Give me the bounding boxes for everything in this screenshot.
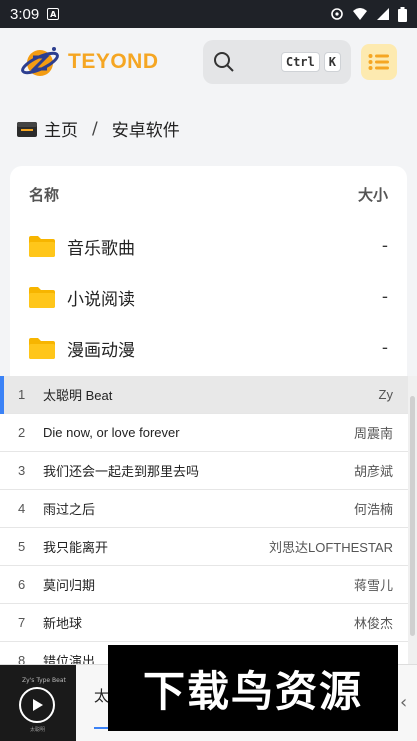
- planet-logo-icon: [21, 47, 59, 76]
- playlist-track[interactable]: 3 我们还会一起走到那里去吗 胡彦斌: [0, 452, 408, 490]
- track-artist: 蒋雪儿: [353, 578, 393, 593]
- column-size-header[interactable]: 大小: [358, 184, 388, 205]
- shortcut-key-k: K: [323, 52, 341, 72]
- track-number: 4: [18, 501, 26, 516]
- playlist-track[interactable]: 6 莫问归期 蒋雪儿: [0, 566, 408, 604]
- album-cover[interactable]: Zy's Type Beat 太聪明: [0, 665, 76, 741]
- search-icon: [214, 52, 234, 72]
- watermark-overlay: 下载鸟资源: [108, 645, 398, 731]
- playlist-track[interactable]: 4 雨过之后 何浩楠: [0, 490, 408, 528]
- track-number: 6: [18, 577, 26, 592]
- track-number: 1: [18, 387, 26, 402]
- track-artist: Zy: [378, 387, 393, 402]
- playlist-track[interactable]: 7 新地球 林俊杰: [0, 604, 408, 642]
- table-header: 名称 大小: [10, 184, 407, 205]
- folder-row[interactable]: 音乐歌曲 -: [10, 226, 407, 266]
- folder-icon: [29, 287, 55, 308]
- status-time: 3:09: [10, 5, 40, 23]
- site-logo[interactable]: TEYOND: [20, 44, 159, 80]
- track-number: 2: [18, 425, 26, 440]
- breadcrumb-home[interactable]: 主页: [44, 116, 78, 141]
- signal-icon: [377, 8, 389, 20]
- cover-caption: Zy's Type Beat: [22, 677, 66, 684]
- folder-size: -: [381, 236, 388, 256]
- file-table: 名称 大小 音乐歌曲 - 小说阅读 - 漫画动漫 -: [10, 166, 407, 396]
- play-button[interactable]: [19, 687, 55, 723]
- site-header: TEYOND Ctrl K: [0, 28, 417, 102]
- track-title: 我们还会一起走到那里去吗: [43, 464, 200, 479]
- active-indicator: [0, 376, 4, 414]
- folder-name: 漫画动漫: [67, 340, 135, 361]
- playlist-track[interactable]: 5 我只能离开 刘思达LOFTHESTAR: [0, 528, 408, 566]
- watermark-text: 下载鸟资源: [142, 666, 363, 716]
- playlist: 1 太聪明 Beat Zy 2 Die now, or love forever…: [0, 376, 408, 666]
- chevron-left-icon[interactable]: ‹: [400, 692, 407, 713]
- play-icon: [33, 699, 43, 711]
- folder-row[interactable]: 漫画动漫 -: [10, 328, 407, 368]
- breadcrumb-separator: /: [92, 118, 98, 139]
- track-artist: 胡彦斌: [353, 464, 393, 479]
- track-number: 7: [18, 615, 26, 630]
- breadcrumb: 主页 / 安卓软件: [16, 116, 180, 141]
- status-bar: 3:09 A: [0, 0, 417, 28]
- folder-name: 小说阅读: [67, 289, 135, 310]
- track-artist: 刘思达LOFTHESTAR: [269, 540, 393, 555]
- shortcut-key-ctrl: Ctrl: [280, 52, 320, 72]
- track-number: 3: [18, 463, 26, 478]
- wifi-icon: [353, 8, 367, 20]
- track-artist: 何浩楠: [353, 502, 393, 517]
- playlist-scrollbar[interactable]: [408, 376, 417, 666]
- settings-dot-icon: [331, 8, 343, 20]
- track-title: 雨过之后: [43, 502, 96, 517]
- folder-icon: [29, 236, 55, 257]
- track-title: 太聪明 Beat: [43, 388, 113, 403]
- scrollbar-thumb[interactable]: [410, 396, 415, 636]
- now-playing-title: 太: [94, 687, 110, 705]
- cover-footer: 太聪明: [30, 727, 46, 733]
- playlist-track[interactable]: 2 Die now, or love forever 周震南: [0, 414, 408, 452]
- track-title: Die now, or love forever: [43, 425, 180, 440]
- menu-button[interactable]: [361, 44, 397, 80]
- list-menu-icon: [368, 54, 389, 70]
- folder-icon: [29, 338, 55, 359]
- search-button[interactable]: Ctrl K: [203, 40, 351, 84]
- column-name-header[interactable]: 名称: [29, 184, 59, 205]
- track-number: 5: [18, 539, 26, 554]
- battery-icon: [398, 6, 407, 22]
- breadcrumb-current: 安卓软件: [111, 121, 180, 141]
- folder-size: -: [381, 287, 388, 307]
- track-title: 我只能离开: [43, 540, 109, 555]
- playlist-track-active[interactable]: 1 太聪明 Beat Zy: [0, 376, 408, 414]
- track-artist: 林俊杰: [353, 616, 393, 631]
- track-title: 新地球: [43, 616, 83, 631]
- track-artist: 周震南: [353, 426, 393, 441]
- folder-name: 音乐歌曲: [67, 238, 135, 259]
- track-title: 莫问归期: [43, 578, 96, 593]
- logo-text: TEYOND: [68, 50, 159, 73]
- home-drive-icon: [17, 121, 37, 137]
- folder-size: -: [381, 338, 388, 358]
- status-icons: [330, 6, 407, 22]
- notification-icon: A: [47, 8, 60, 20]
- folder-row[interactable]: 小说阅读 -: [10, 277, 407, 317]
